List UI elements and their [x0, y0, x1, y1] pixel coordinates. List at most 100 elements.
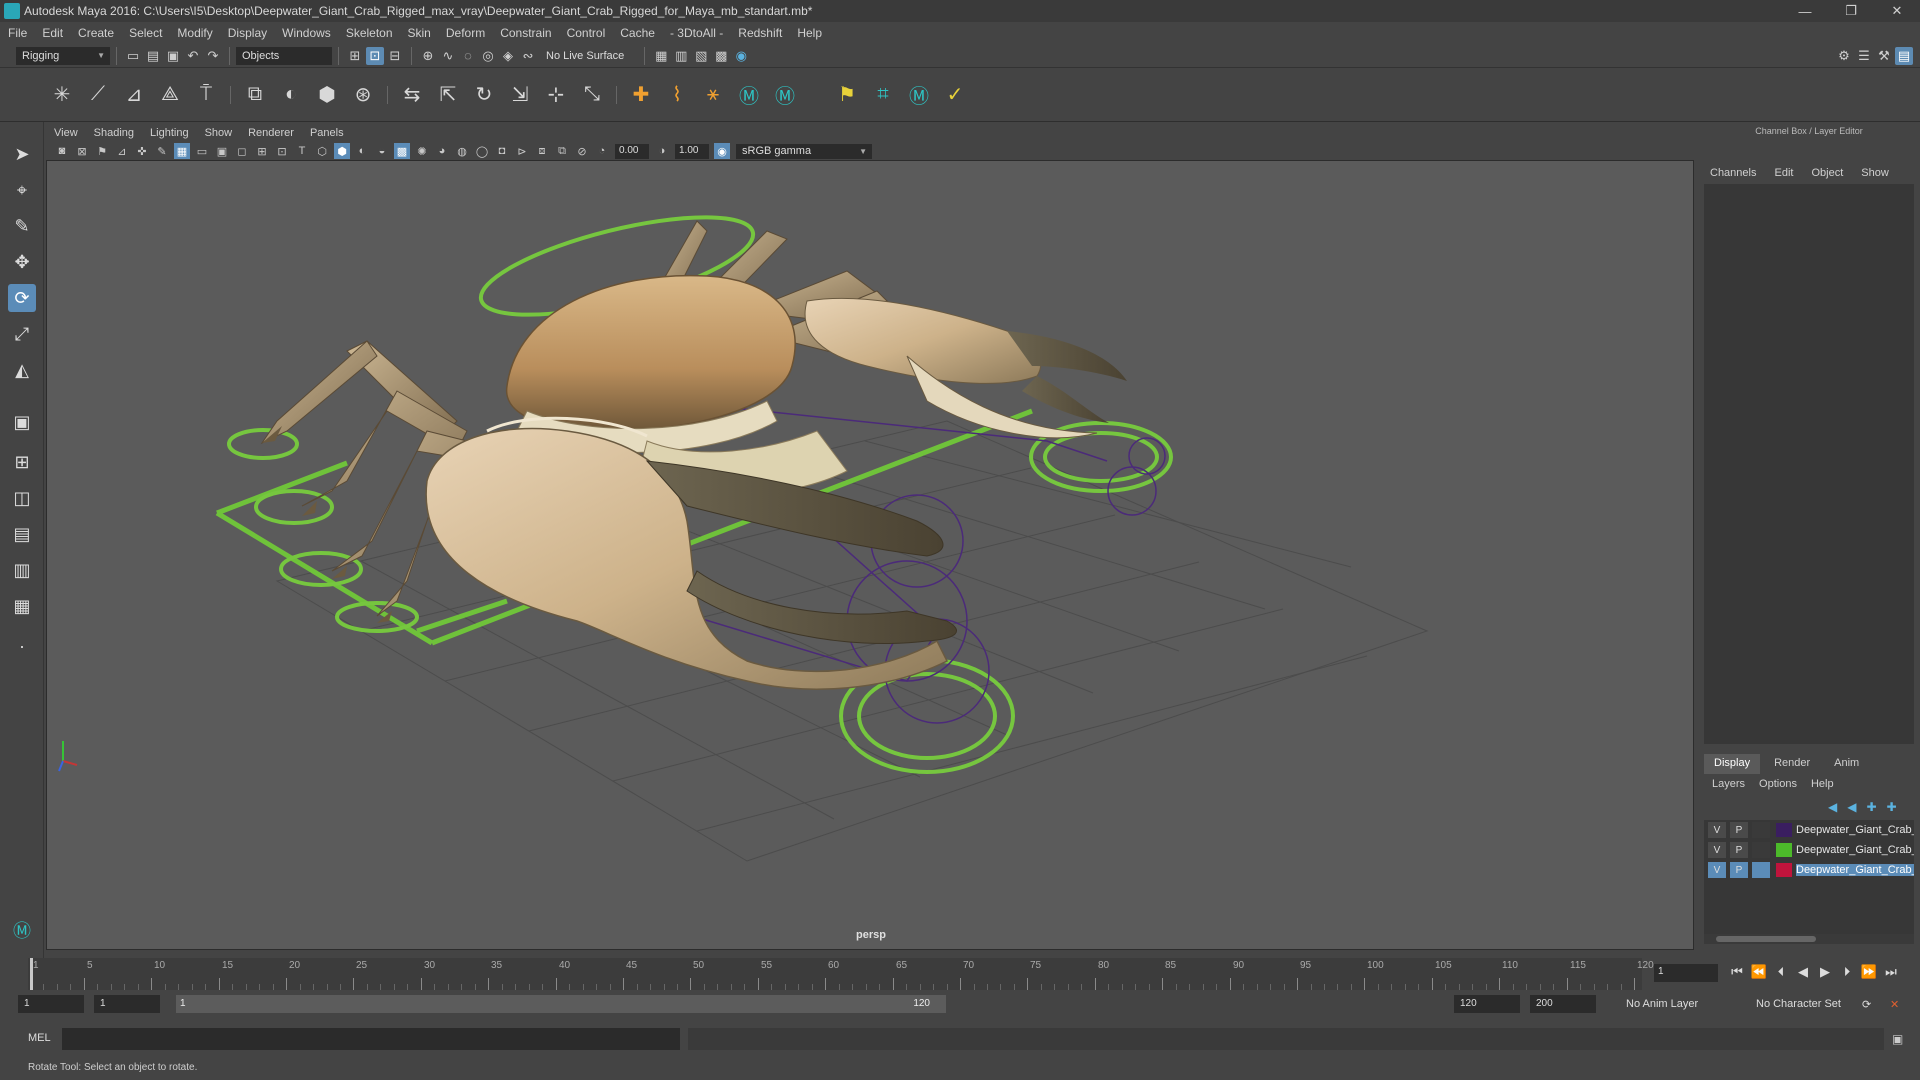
auto-key-icon[interactable]: ⟳	[1862, 998, 1871, 1011]
snap-grid-icon[interactable]: ⊕	[419, 47, 437, 65]
menu-display[interactable]: Display	[228, 26, 267, 40]
current-time-marker[interactable]	[30, 958, 33, 990]
animation-start-field[interactable]: 1	[18, 995, 84, 1013]
channel-box-icon[interactable]: ▤	[1895, 47, 1913, 65]
hypershade-layout-icon[interactable]: ▥	[8, 556, 36, 584]
snap-curve-icon[interactable]: ∿	[439, 47, 457, 65]
pole-vector-icon[interactable]: ⤡	[578, 81, 606, 109]
view-transform-dropdown[interactable]: sRGB gamma ▼	[736, 143, 872, 159]
step-forward-frame-icon[interactable]: ⏩	[1858, 964, 1880, 980]
skeleton-icon[interactable]: ⚹	[699, 81, 727, 109]
xray-joints-icon[interactable]: ⧉	[554, 143, 570, 159]
layer-row-selected[interactable]: V P Deepwater_Giant_Crab_Geometry	[1704, 860, 1914, 880]
layer-visibility-toggle[interactable]: V	[1708, 842, 1726, 858]
camera-select-icon[interactable]: ◙	[54, 143, 70, 159]
lasso-tool-icon[interactable]: ⌖	[8, 176, 36, 204]
selection-mode-dropdown[interactable]: Objects	[236, 46, 332, 65]
exposure-icon[interactable]: ◔	[594, 143, 610, 159]
script-language-label[interactable]: MEL	[28, 1032, 51, 1044]
animation-prefs-icon[interactable]: ✕	[1890, 998, 1899, 1011]
wireframe-icon[interactable]: ⬡	[314, 143, 330, 159]
menu-windows[interactable]: Windows	[282, 26, 331, 40]
new-layer-icon[interactable]: ✚	[1866, 800, 1876, 814]
bookmark-icon[interactable]: ⚑	[94, 143, 110, 159]
time-ruler[interactable]: 1 5 10 15 20 25 30 35 40 45 50 55 60 65 70 75 80 85 90 95 10…	[28, 958, 1654, 990]
2d-pan-icon[interactable]: ✜	[134, 143, 150, 159]
mirror-joint-icon[interactable]: ⍑	[192, 81, 220, 109]
hypershade-icon[interactable]: ◉	[732, 47, 750, 65]
ipr-render-icon[interactable]: ▧	[692, 47, 710, 65]
step-back-frame-icon[interactable]: ⏪	[1748, 964, 1770, 980]
xray-active-icon[interactable]: ⊘	[574, 143, 590, 159]
render-current-icon[interactable]: ▥	[672, 47, 690, 65]
menu-skeleton[interactable]: Skeleton	[346, 26, 393, 40]
aim-constraint-icon[interactable]: ⊹	[542, 81, 570, 109]
smooth-shade-icon[interactable]: ⬢	[334, 143, 350, 159]
image-plane-icon[interactable]: ⊿	[114, 143, 130, 159]
channel-list[interactable]	[1704, 184, 1914, 744]
lattice-icon[interactable]: ⬢	[313, 81, 341, 109]
anti-aliasing-icon[interactable]: ◯	[474, 143, 490, 159]
paint-select-tool-icon[interactable]: ✎	[8, 212, 36, 240]
outliner-layout-icon[interactable]: ▦	[8, 592, 36, 620]
character-controls-icon[interactable]: Ⓜ	[771, 81, 799, 109]
depth-of-field-icon[interactable]: ◘	[494, 143, 510, 159]
restore-button[interactable]: ❐	[1828, 0, 1874, 22]
redo-icon[interactable]: ↷	[204, 47, 222, 65]
layer-color-swatch[interactable]	[1776, 863, 1792, 877]
panel-menu-lighting[interactable]: Lighting	[150, 127, 189, 139]
move-tool-icon[interactable]: ✥	[8, 248, 36, 276]
locator-icon[interactable]: ✚	[627, 81, 655, 109]
gamma-icon[interactable]: ◑	[654, 143, 670, 159]
snap-view-icon[interactable]: ◎	[479, 47, 497, 65]
mash-icon[interactable]: Ⓜ	[905, 81, 933, 109]
layer-menu-layers[interactable]: Layers	[1712, 778, 1745, 790]
command-input[interactable]	[62, 1028, 680, 1050]
panel-menu-shading[interactable]: Shading	[94, 127, 134, 139]
scale-constraint-icon[interactable]: ⇲	[506, 81, 534, 109]
layer-type-toggle[interactable]	[1752, 822, 1770, 838]
motion-blur-icon[interactable]: ◍	[454, 143, 470, 159]
anim-layer-dropdown[interactable]: No Anim Layer	[1626, 998, 1698, 1010]
scale-tool-icon[interactable]: ⤢	[8, 320, 36, 348]
ik-handle-icon[interactable]: ⊿	[120, 81, 148, 109]
menu-cache[interactable]: Cache	[620, 26, 655, 40]
layer-type-toggle[interactable]	[1752, 842, 1770, 858]
single-perspective-layout-icon[interactable]: ▣	[8, 408, 36, 436]
go-to-end-icon[interactable]: ⏭	[1880, 964, 1902, 980]
color-management-icon[interactable]: ◉	[714, 143, 730, 159]
safe-title-icon[interactable]: T	[294, 143, 310, 159]
set-key-icon[interactable]: ⚑	[833, 81, 861, 109]
bind-skin-icon[interactable]: ⧉	[241, 81, 269, 109]
play-backwards-icon[interactable]: ◀	[1792, 964, 1814, 980]
tab-display[interactable]: Display	[1704, 754, 1761, 774]
scrollbar-thumb[interactable]	[1716, 936, 1816, 942]
menu-create[interactable]: Create	[78, 26, 114, 40]
resolution-gate-icon[interactable]: ▣	[214, 143, 230, 159]
menu-3dtoall[interactable]: - 3DtoAll -	[670, 26, 723, 40]
persp-outliner-layout-icon[interactable]: ▤	[8, 520, 36, 548]
isolate-select-icon[interactable]: ⊳	[514, 143, 530, 159]
tab-render[interactable]: Render	[1764, 754, 1820, 774]
scene-canvas[interactable]	[47, 161, 1694, 950]
human-ik-icon[interactable]: Ⓜ	[735, 81, 763, 109]
layer-type-toggle[interactable]	[1752, 862, 1770, 878]
layer-color-swatch[interactable]	[1776, 843, 1792, 857]
curve-icon[interactable]: ⌇	[663, 81, 691, 109]
ambient-occlusion-icon[interactable]: ◕	[434, 143, 450, 159]
camera-lock-icon[interactable]: ⊠	[74, 143, 90, 159]
select-tool-icon[interactable]: ➤	[8, 140, 36, 168]
viewport-persp[interactable]: persp	[46, 160, 1694, 950]
layer-name[interactable]: Deepwater_Giant_Crab_Helpers	[1796, 824, 1914, 836]
gate-mask-icon[interactable]: ◻	[234, 143, 250, 159]
cluster-icon[interactable]: ⊛	[349, 81, 377, 109]
panel-menu-renderer[interactable]: Renderer	[248, 127, 294, 139]
menu-help[interactable]: Help	[797, 26, 822, 40]
animation-end-field[interactable]: 200	[1530, 995, 1596, 1013]
layer-name[interactable]: Deepwater_Giant_Crab_Controllers	[1796, 844, 1914, 856]
character-set-dropdown[interactable]: No Character Set	[1756, 998, 1841, 1010]
channel-box-menu-object[interactable]: Object	[1811, 167, 1843, 179]
layer-playback-toggle[interactable]: P	[1730, 842, 1748, 858]
open-scene-icon[interactable]: ▤	[144, 47, 162, 65]
move-layer-down-icon[interactable]: ◀	[1847, 800, 1856, 814]
